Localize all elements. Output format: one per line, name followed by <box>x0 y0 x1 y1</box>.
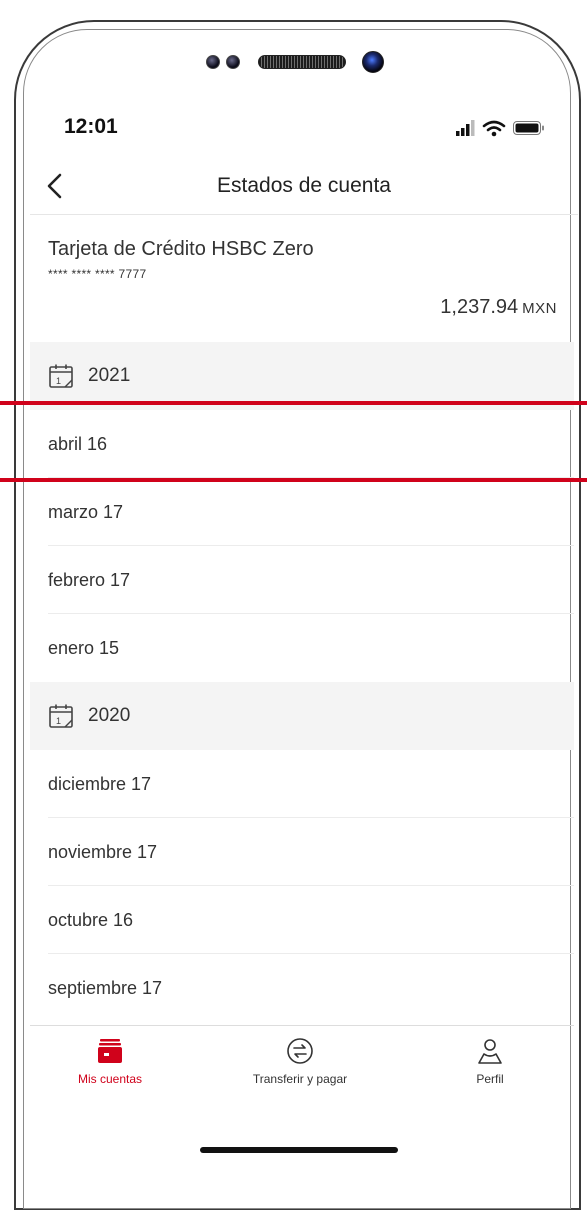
sensor-dot <box>206 55 220 69</box>
year-label: 2020 <box>88 705 131 726</box>
profile-icon <box>478 1039 502 1064</box>
tab-perfil[interactable]: Perfil <box>430 1026 550 1098</box>
statement-list: 1 2021 abril 16 marzo 17 febrero 17 ener… <box>30 342 574 1022</box>
balance-currency: MXN <box>522 300 557 317</box>
statement-item[interactable]: abril 16 <box>30 410 574 478</box>
statement-item[interactable]: marzo 17 <box>30 478 574 546</box>
tab-label: Perfil <box>476 1072 504 1086</box>
statement-date: octubre 16 <box>48 909 134 930</box>
statement-date: enero 15 <box>48 637 120 658</box>
statement-date: abril 16 <box>48 433 108 454</box>
statement-item[interactable]: febrero 17 <box>30 546 574 614</box>
highlight-line-top <box>0 401 587 405</box>
page-title: Estados de cuenta <box>217 174 391 197</box>
wifi-icon <box>482 120 506 137</box>
tab-label: Transferir y pagar <box>252 1072 348 1086</box>
highlight-line-bottom <box>0 478 587 482</box>
account-balance: 1,237.94 MXN <box>440 296 557 319</box>
statement-date: diciembre 17 <box>48 773 152 794</box>
year-header-2021: 1 2021 <box>30 342 574 410</box>
nav-header: Estados de cuenta <box>30 160 578 215</box>
tab-mis-cuentas[interactable]: Mis cuentas <box>50 1026 170 1098</box>
phone-top-sensors <box>0 45 587 80</box>
statement-date: febrero 17 <box>48 569 131 590</box>
signal-icon <box>456 120 475 136</box>
front-camera <box>362 51 384 73</box>
statement-date: noviembre 17 <box>48 841 158 862</box>
status-time: 12:01 <box>64 115 118 138</box>
wallet-icon <box>98 1039 122 1063</box>
svg-text:1: 1 <box>56 376 61 386</box>
statement-item[interactable]: noviembre 17 <box>30 818 574 886</box>
calendar-icon: 1 <box>49 364 73 388</box>
tab-transferir-y-pagar[interactable]: Transferir y pagar <box>230 1026 370 1098</box>
svg-text:1: 1 <box>56 716 61 726</box>
year-label: 2021 <box>88 365 131 386</box>
statement-item[interactable]: septiembre 17 <box>30 954 574 1022</box>
year-header-2020: 1 2020 <box>30 682 574 750</box>
sensor-dot <box>226 55 240 69</box>
earpiece-speaker <box>258 55 346 69</box>
statement-item[interactable]: enero 15 <box>30 614 574 682</box>
transfer-icon <box>287 1038 313 1064</box>
battery-icon <box>513 121 544 135</box>
statement-item[interactable]: octubre 16 <box>30 886 574 954</box>
calendar-icon: 1 <box>49 704 73 728</box>
account-name: Tarjeta de Crédito HSBC Zero <box>48 238 314 260</box>
tab-bar: Mis cuentas Transferir y pagar Perfil <box>30 1025 574 1098</box>
home-indicator[interactable] <box>200 1147 398 1153</box>
statement-date: marzo 17 <box>48 501 124 522</box>
statement-item[interactable]: diciembre 17 <box>30 750 574 818</box>
status-icons <box>456 118 556 138</box>
tab-label: Mis cuentas <box>77 1072 143 1086</box>
account-number: **** **** **** 7777 <box>48 267 147 281</box>
statement-date: septiembre 17 <box>48 977 163 998</box>
balance-amount: 1,237.94 <box>440 296 519 318</box>
